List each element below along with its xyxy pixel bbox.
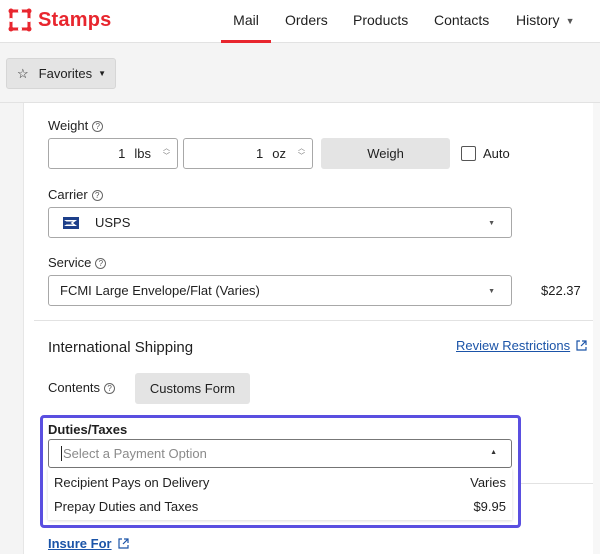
carrier-value: USPS bbox=[95, 215, 131, 230]
dropdown-option-prepay-duties[interactable]: Prepay Duties and Taxes $9.95 bbox=[54, 494, 506, 518]
section-divider bbox=[34, 320, 593, 321]
option-value: Varies bbox=[470, 474, 506, 490]
section-divider bbox=[520, 483, 593, 484]
weigh-button[interactable]: Weigh bbox=[321, 138, 450, 169]
weight-oz-input[interactable]: 1 oz ︿ ﹀ bbox=[183, 138, 313, 169]
service-label-text: Service bbox=[48, 255, 92, 270]
option-value: $9.95 bbox=[473, 498, 506, 514]
nav-tab-label: Products bbox=[353, 12, 409, 28]
help-icon[interactable]: ? bbox=[104, 383, 116, 394]
chevron-down-icon: ▼ bbox=[565, 15, 575, 26]
external-link-icon bbox=[117, 538, 129, 549]
dropdown-option-recipient-pays[interactable]: Recipient Pays on Delivery Varies bbox=[54, 470, 506, 494]
nav-tab-mail[interactable]: Mail bbox=[221, 0, 271, 43]
carrier-select[interactable]: USPS ▼ bbox=[48, 207, 512, 238]
auto-checkbox[interactable] bbox=[461, 146, 476, 161]
external-link-icon bbox=[576, 340, 587, 351]
usps-eagle-icon bbox=[62, 214, 80, 231]
service-price: $22.37 bbox=[541, 283, 581, 298]
favorites-bar: ☆ Favorites ▼ bbox=[0, 43, 600, 103]
left-rail bbox=[0, 103, 24, 554]
carrier-label: Carrier? bbox=[48, 187, 103, 202]
chevron-down-icon: ▼ bbox=[488, 288, 495, 295]
help-icon[interactable]: ? bbox=[91, 190, 103, 201]
help-icon[interactable]: ? bbox=[92, 121, 104, 132]
oz-value: 1 bbox=[256, 146, 264, 161]
review-restrictions-link[interactable]: Review Restrictions bbox=[456, 338, 587, 353]
nav-tab-contacts[interactable]: Contacts bbox=[434, 0, 489, 43]
nav-tab-label: Mail bbox=[233, 12, 259, 28]
insure-for-label: Insure For bbox=[48, 536, 112, 551]
chevron-down-icon: ▼ bbox=[98, 69, 107, 78]
favorites-label: Favorites bbox=[38, 66, 93, 81]
weigh-button-label: Weigh bbox=[367, 146, 404, 161]
stamps-logo[interactable]: Stamps bbox=[8, 8, 111, 32]
stepper-icon[interactable]: ︿ ﹀ bbox=[163, 145, 170, 161]
help-icon[interactable]: ? bbox=[95, 258, 107, 269]
app-name: Stamps bbox=[38, 8, 112, 31]
option-label: Recipient Pays on Delivery bbox=[54, 474, 210, 490]
duties-taxes-dropdown: Recipient Pays on Delivery Varies Prepay… bbox=[48, 468, 512, 520]
customs-form-button[interactable]: Customs Form bbox=[135, 373, 250, 404]
star-icon: ☆ bbox=[17, 65, 29, 81]
contents-label-text: Contents bbox=[48, 380, 101, 395]
service-label: Service? bbox=[48, 255, 107, 270]
duties-taxes-placeholder: Select a Payment Option bbox=[63, 446, 207, 461]
favorites-button[interactable]: ☆ Favorites ▼ bbox=[6, 58, 116, 89]
scrollbar-track[interactable] bbox=[593, 103, 600, 554]
oz-unit: oz bbox=[272, 146, 286, 161]
chevron-down-icon: ▼ bbox=[488, 220, 495, 227]
nav-tab-history[interactable]: History ▼ bbox=[516, 0, 574, 43]
nav-tab-label: Contacts bbox=[434, 12, 490, 28]
option-label: Prepay Duties and Taxes bbox=[54, 498, 199, 514]
international-shipping-title: International Shipping bbox=[48, 339, 194, 356]
insure-for-link[interactable]: Insure For bbox=[48, 536, 129, 551]
duties-taxes-label: Duties/Taxes bbox=[48, 422, 128, 437]
nav-tab-label: History bbox=[516, 12, 560, 28]
service-select[interactable]: FCMI Large Envelope/Flat (Varies) ▼ bbox=[48, 275, 512, 306]
lbs-unit: lbs bbox=[134, 146, 151, 161]
stamp-logo-icon bbox=[8, 8, 32, 32]
review-restrictions-label: Review Restrictions bbox=[456, 338, 571, 353]
nav-tab-products[interactable]: Products bbox=[353, 0, 408, 43]
weight-label-text: Weight bbox=[48, 118, 89, 133]
weight-lbs-input[interactable]: 1 lbs ︿ ﹀ bbox=[48, 138, 178, 169]
nav-tab-orders[interactable]: Orders bbox=[285, 0, 328, 43]
service-value: FCMI Large Envelope/Flat (Varies) bbox=[60, 283, 260, 298]
top-navigation: Stamps Mail Orders Products Contacts His… bbox=[0, 0, 600, 43]
contents-label: Contents? bbox=[48, 380, 116, 395]
carrier-label-text: Carrier bbox=[48, 187, 88, 202]
nav-tab-label: Orders bbox=[285, 12, 328, 28]
weight-label: Weight? bbox=[48, 118, 104, 133]
auto-label: Auto bbox=[483, 146, 510, 161]
lbs-value: 1 bbox=[118, 146, 126, 161]
customs-form-label: Customs Form bbox=[149, 381, 236, 396]
chevron-up-icon: ▲ bbox=[490, 449, 497, 456]
stepper-icon[interactable]: ︿ ﹀ bbox=[298, 145, 305, 161]
text-cursor bbox=[61, 446, 62, 461]
duties-taxes-select[interactable]: Select a Payment Option ▲ bbox=[48, 439, 512, 468]
